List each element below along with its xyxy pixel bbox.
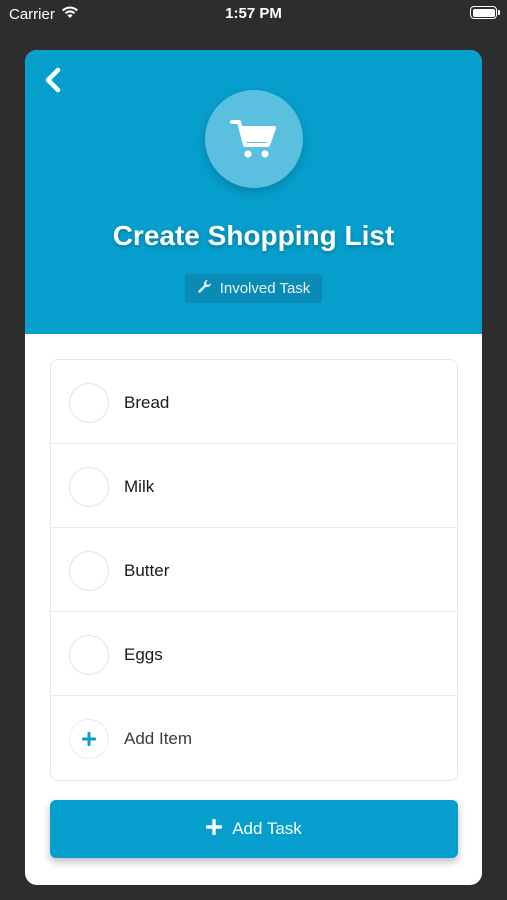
add-task-label: Add Task [232,819,302,838]
add-task-button[interactable]: Add Task [50,800,458,858]
shopping-list: Bread Milk Butter Eggs Add Item [50,359,458,781]
back-button[interactable] [39,66,67,98]
list-item[interactable]: Milk [51,444,457,528]
plus-icon [69,719,109,759]
item-label: Butter [124,561,170,580]
badge-label: Involved Task [219,280,311,297]
list-item[interactable]: Butter [51,528,457,612]
item-checkbox[interactable] [69,551,109,591]
add-item-label: Add Item [124,729,193,748]
wrench-icon [197,279,212,298]
item-checkbox[interactable] [69,383,109,423]
page-title: Create Shopping List [112,220,395,251]
item-checkbox[interactable] [69,467,109,507]
header: Create Shopping List Involved Task [25,50,482,334]
plus-icon [206,818,223,840]
item-label: Milk [124,477,155,496]
chevron-left-icon [43,66,63,99]
status-time: 1:57 PM [225,5,282,22]
task-type-badge: Involved Task [185,274,322,303]
item-label: Eggs [124,645,163,664]
add-item-button[interactable]: Add Item [51,696,457,780]
item-label: Bread [124,393,170,412]
status-bar: Carrier 1:57 PM [0,0,507,26]
task-card: Create Shopping List Involved Task Bread… [25,50,482,885]
item-checkbox[interactable] [69,635,109,675]
shopping-cart-icon [205,90,303,188]
list-item[interactable]: Eggs [51,612,457,696]
list-item[interactable]: Bread [51,360,457,444]
battery-icon [470,6,500,19]
